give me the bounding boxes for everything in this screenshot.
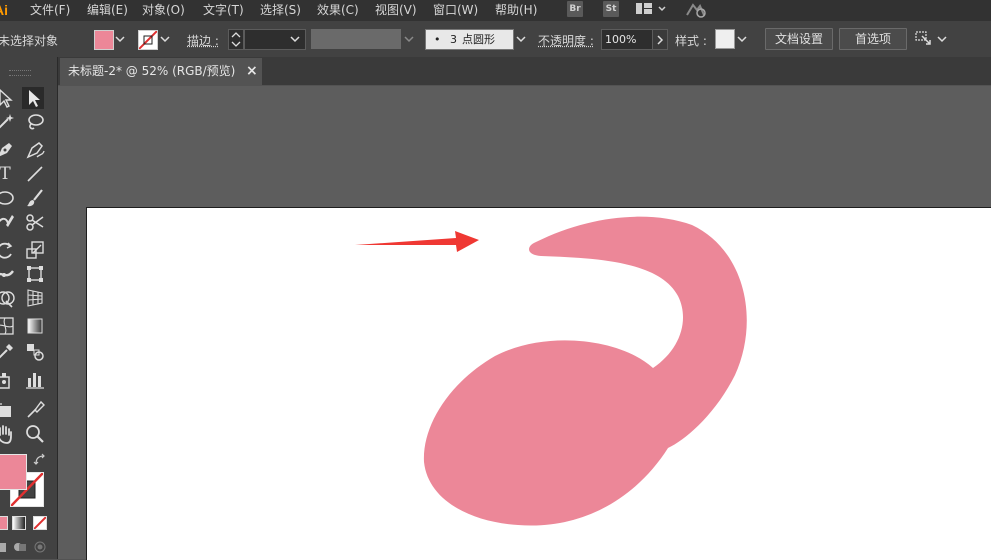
annotation-arrow	[355, 231, 479, 252]
artwork-layer	[0, 0, 991, 559]
pink-curved-shape	[424, 217, 747, 526]
